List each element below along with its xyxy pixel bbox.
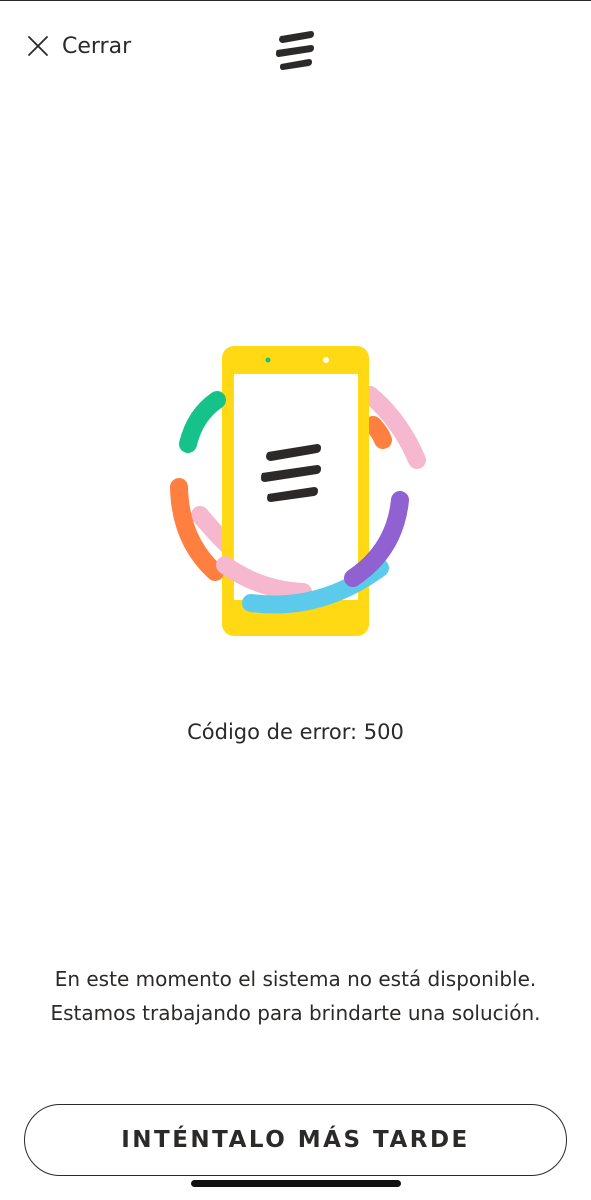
close-icon [26,34,50,58]
error-screen: Cerrar Código de error: 500 En este mome… [0,0,591,1200]
error-message-line-1: En este momento el sistema no está dispo… [54,967,537,991]
home-indicator[interactable] [191,1180,401,1187]
error-message: En este momento el sistema no está dispo… [0,962,591,1030]
brand-logo-icon [275,30,317,70]
retry-later-button[interactable]: INTÉNTALO MÁS TARDE [24,1104,567,1176]
phone-error-illustration [155,340,435,640]
retry-later-label: INTÉNTALO MÁS TARDE [121,1127,470,1153]
header: Cerrar [0,0,591,92]
error-message-line-2: Estamos trabajando para brindarte una so… [50,1001,541,1025]
close-label: Cerrar [62,33,132,59]
error-code: Código de error: 500 [187,720,404,744]
close-button[interactable]: Cerrar [26,28,131,64]
